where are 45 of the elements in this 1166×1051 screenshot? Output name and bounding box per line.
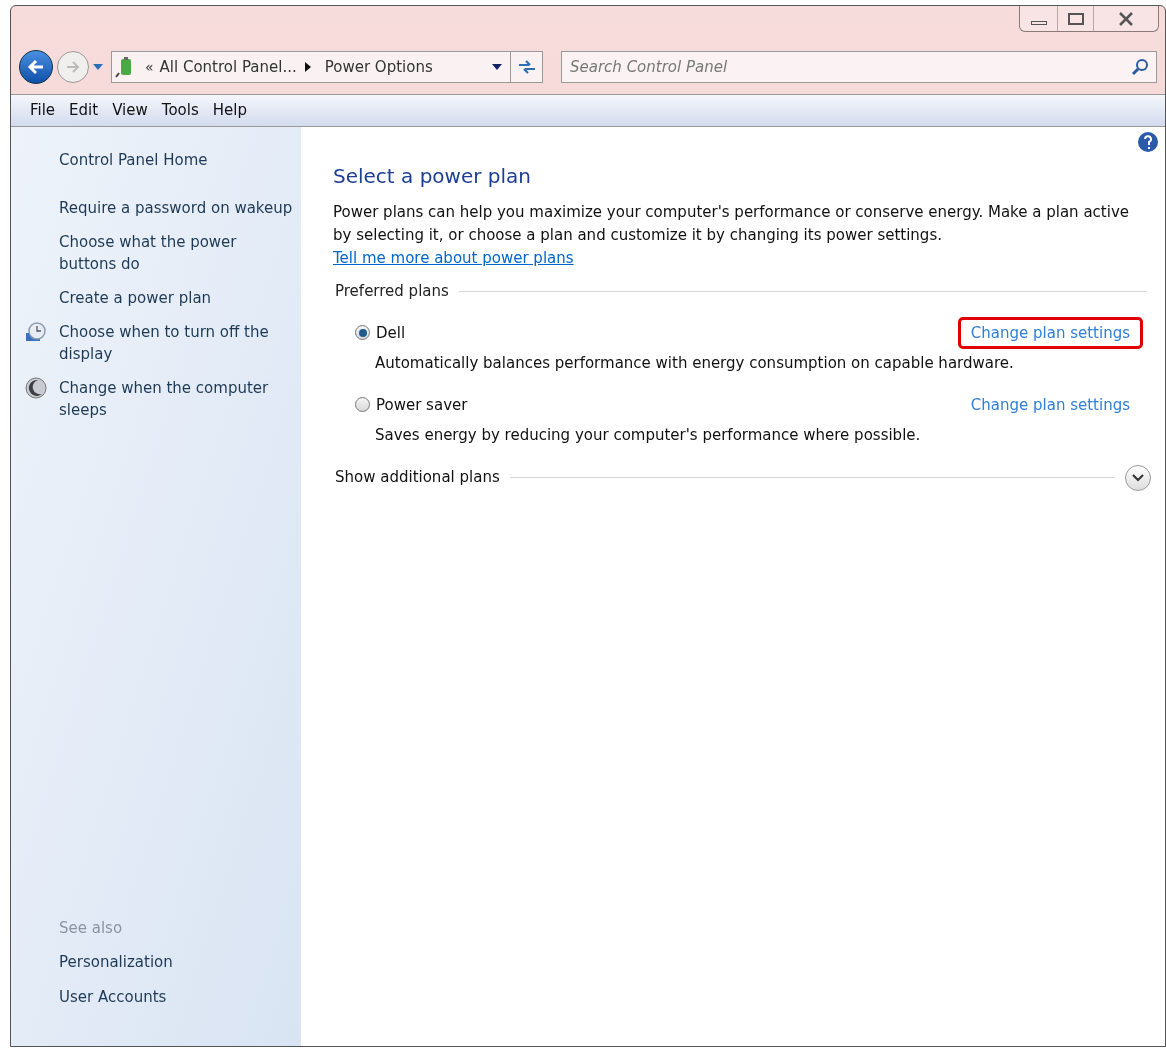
- back-button[interactable]: [19, 50, 53, 84]
- menu-item[interactable]: Help: [207, 99, 252, 122]
- breadcrumb-arrow-icon: [304, 62, 311, 72]
- back-arrow-icon: [27, 59, 45, 75]
- help-icon[interactable]: [1137, 131, 1159, 153]
- forward-arrow-icon: [65, 60, 81, 74]
- clock-icon: [25, 321, 47, 343]
- overflow-chevron[interactable]: «: [145, 56, 154, 78]
- menu-item[interactable]: View: [107, 99, 153, 122]
- close-icon: [1118, 11, 1134, 26]
- dropdown-icon[interactable]: [492, 64, 502, 70]
- plan-description: Saves energy by reducing your computer's performance where possible.: [375, 425, 922, 446]
- address-bar[interactable]: « All Control Panel... Power Options: [111, 51, 543, 83]
- group-label: Preferred plans: [335, 281, 449, 302]
- sidebar-link[interactable]: Control Panel Home: [59, 149, 208, 171]
- radio-button[interactable]: [355, 397, 370, 413]
- chevron-icon: [1132, 473, 1144, 482]
- sidebar-link[interactable]: Personalization: [59, 951, 297, 974]
- help-link[interactable]: Tell me more about power plans: [333, 249, 574, 267]
- see-also-heading: See also: [59, 917, 124, 939]
- intro-text: Power plans can help you maximize your computer's performance or conserve energy. Make a plan active by selecting it, or choose a plan and customize it by changing its power settings. Tell me more about power plans: [333, 202, 1130, 269]
- menu-item[interactable]: Tools: [156, 99, 204, 122]
- breadcrumb[interactable]: All Control Panel...: [159, 55, 297, 79]
- change-plan-link[interactable]: Change plan settings: [957, 316, 1143, 349]
- plan-description: Automatically balances performance with energy consumption on capable hardware.: [375, 353, 1015, 374]
- sidebar-link[interactable]: Require a password on wakeup: [59, 197, 293, 219]
- menu-item[interactable]: File: [25, 99, 61, 122]
- sidebar-link[interactable]: Create a power plan: [59, 287, 212, 309]
- menu-item[interactable]: Edit: [64, 99, 104, 122]
- expand-button[interactable]: [1125, 464, 1151, 491]
- change-plan-link[interactable]: Change plan settings: [957, 388, 1143, 421]
- moon-icon: [25, 377, 47, 399]
- breadcrumb[interactable]: Power Options: [324, 55, 433, 79]
- sidebar-link[interactable]: Change when the computer sleeps: [59, 377, 297, 421]
- show-more-label[interactable]: Show additional plans: [335, 466, 500, 489]
- radio-button[interactable]: [355, 325, 370, 341]
- sidebar-link[interactable]: Choose what the power buttons do: [59, 231, 297, 275]
- plan-name: Power saver: [376, 394, 468, 416]
- sidebar-link[interactable]: Choose when to turn off the display: [59, 321, 297, 365]
- page-title: Select a power plan: [333, 163, 533, 190]
- sidebar-link[interactable]: User Accounts: [59, 985, 297, 1008]
- plan-name: Dell: [376, 322, 406, 344]
- search-field[interactable]: Search Control Panel: [561, 51, 1157, 83]
- search-icon: [1131, 58, 1149, 76]
- refresh-arrows-icon: [517, 59, 536, 75]
